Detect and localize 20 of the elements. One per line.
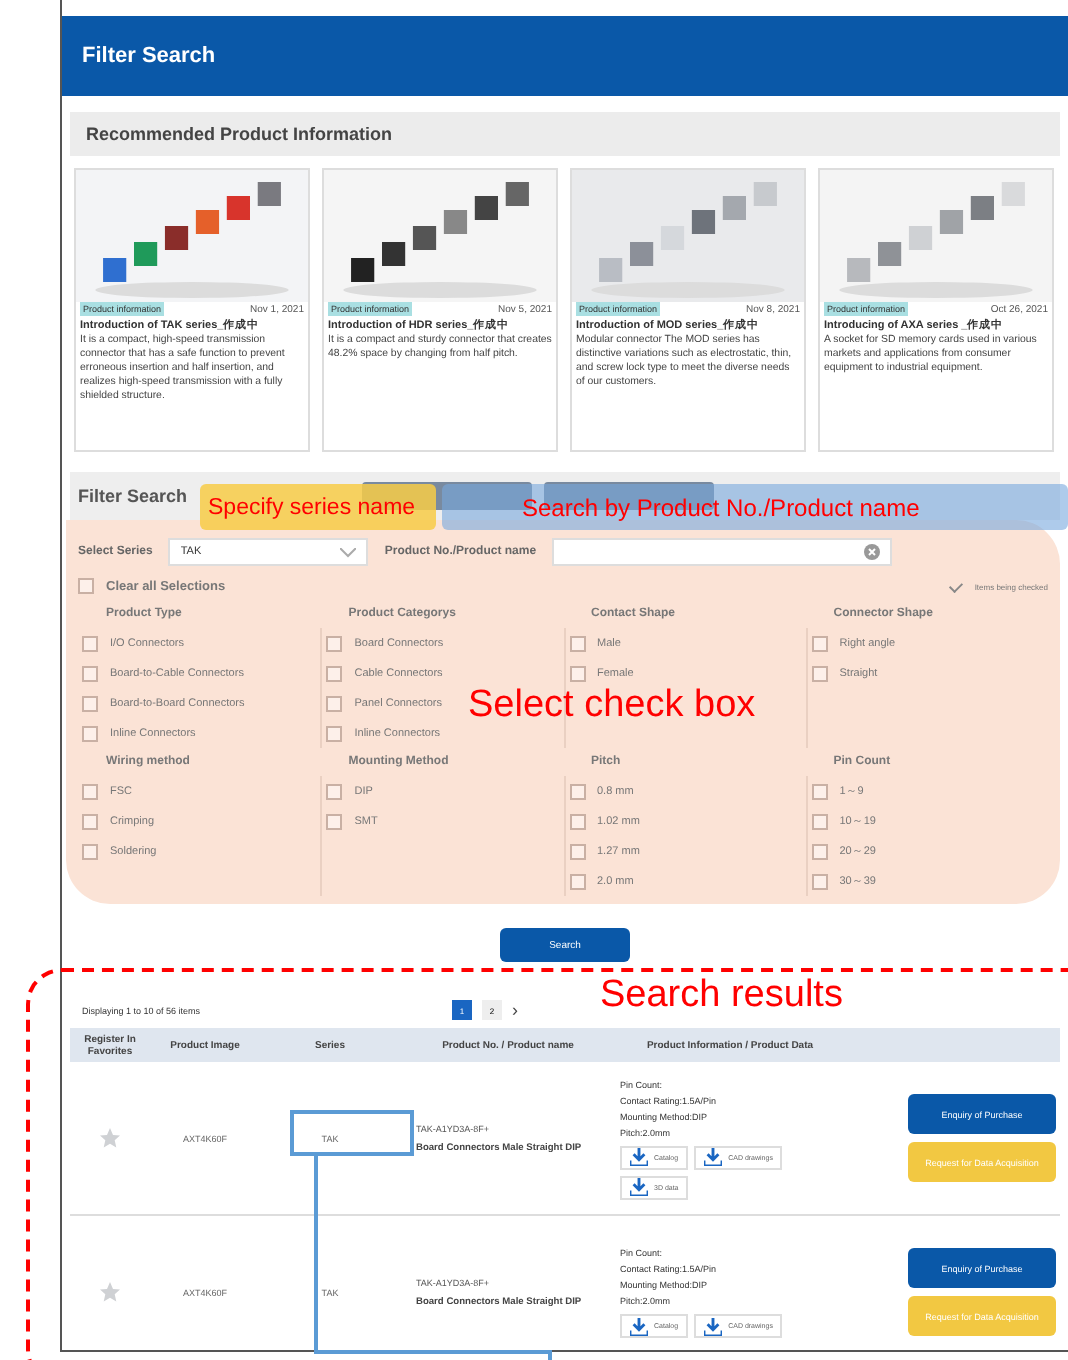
product-field[interactable] bbox=[552, 538, 893, 566]
annotation-label: Search by Product No./Product name bbox=[442, 484, 1068, 530]
download-icon bbox=[630, 1178, 648, 1196]
clear-icon[interactable] bbox=[864, 544, 881, 560]
star-icon[interactable] bbox=[98, 1126, 122, 1150]
annotation-text: Search results bbox=[600, 974, 843, 1018]
next-page-button[interactable]: › bbox=[512, 1000, 518, 1020]
section-title: Recommended Product Information bbox=[86, 124, 393, 144]
annotation-label: Specify series name bbox=[200, 484, 436, 530]
download-icon bbox=[630, 1148, 648, 1166]
chevron-icon bbox=[340, 547, 357, 557]
annotation-text: Select check box bbox=[468, 684, 756, 728]
download-icon bbox=[704, 1317, 723, 1335]
filter-title: Filter Search bbox=[78, 486, 190, 506]
page-title: Filter Search bbox=[82, 44, 216, 68]
news-card[interactable] bbox=[570, 168, 806, 452]
download-icon bbox=[704, 1148, 723, 1166]
download-icon bbox=[630, 1317, 648, 1335]
news-card[interactable] bbox=[74, 168, 310, 452]
star-icon[interactable] bbox=[98, 1280, 122, 1304]
